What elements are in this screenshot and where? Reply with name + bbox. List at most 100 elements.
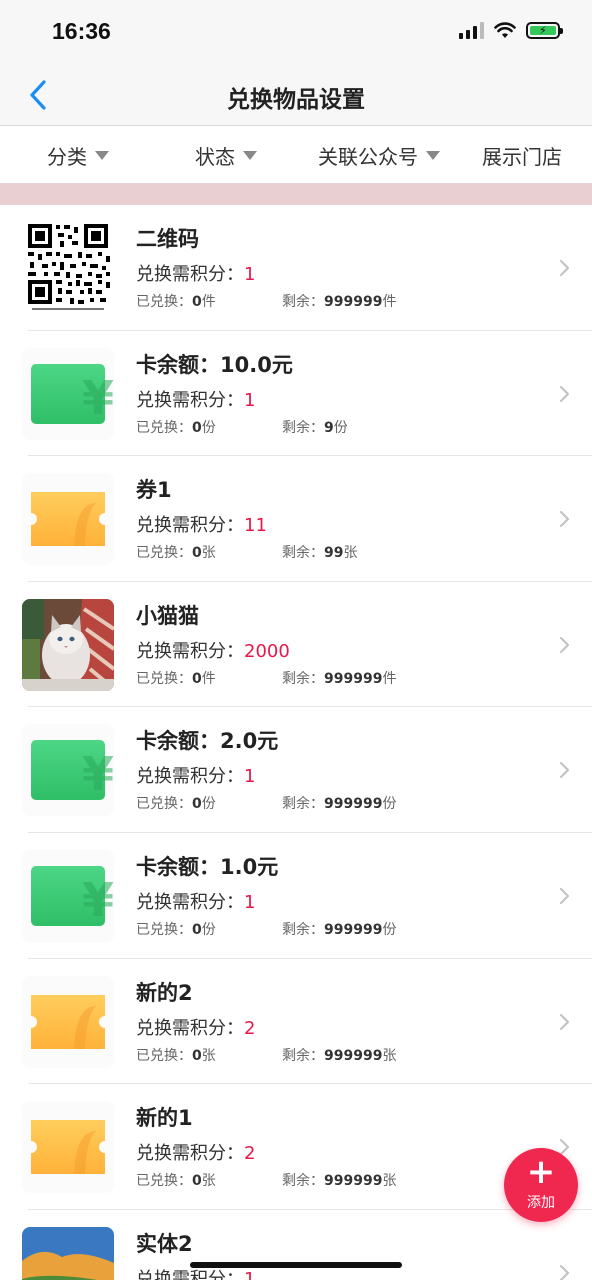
exchanged-unit: 张 bbox=[201, 1047, 216, 1064]
remaining-value: 999999 bbox=[324, 1173, 383, 1190]
list-item[interactable]: ¥ 卡余额：1.0元 兑换需积分：1 已兑换：0份 剩余：999999份 bbox=[0, 833, 592, 959]
list-item[interactable]: 实体2 兑换需积分：1 bbox=[0, 1210, 592, 1280]
remaining-label: 剩余： bbox=[282, 294, 324, 310]
card-balance-icon: ¥ bbox=[31, 865, 114, 927]
exchanged-unit: 份 bbox=[201, 796, 216, 813]
points-label: 兑换需积分： bbox=[136, 891, 244, 913]
points-label: 兑换需积分： bbox=[136, 1143, 244, 1165]
filter-status[interactable]: 状态 bbox=[156, 141, 296, 170]
exchanged-unit: 份 bbox=[201, 921, 216, 938]
landscape-photo-image bbox=[22, 1226, 114, 1280]
item-title: 实体2 bbox=[136, 1231, 193, 1256]
remaining-label: 剩余： bbox=[282, 1047, 324, 1064]
coupon-icon bbox=[31, 994, 105, 1049]
qr-code-icon bbox=[28, 224, 110, 310]
exchanged-label: 已兑换： bbox=[136, 1047, 192, 1064]
item-stats: 已兑换：0张 剩余：999999张 bbox=[136, 1045, 396, 1065]
points-value: 1 bbox=[244, 389, 256, 411]
remaining-unit: 份 bbox=[382, 921, 397, 938]
item-title: 二维码 bbox=[136, 227, 199, 251]
remaining-value: 999999 bbox=[324, 796, 383, 813]
remaining-label: 剩余： bbox=[282, 545, 324, 562]
remaining-stat: 剩余：99张 bbox=[282, 542, 357, 562]
home-indicator bbox=[190, 1262, 402, 1268]
dropdown-caret-icon bbox=[426, 150, 440, 160]
exchanged-stat: 已兑换：0张 bbox=[136, 545, 216, 561]
exchanged-value: 0 bbox=[192, 1047, 202, 1064]
points-label: 兑换需积分： bbox=[136, 1268, 244, 1280]
points-label: 兑换需积分： bbox=[136, 515, 244, 537]
exchanged-value: 0 bbox=[192, 545, 202, 562]
item-points: 兑换需积分：2 bbox=[136, 1014, 255, 1040]
item-title: 券1 bbox=[136, 478, 172, 503]
list-item[interactable]: 新的1 兑换需积分：2 已兑换：0张 剩余：999999张 bbox=[0, 1084, 592, 1210]
exchanged-value: 0 bbox=[192, 1173, 202, 1190]
remaining-unit: 张 bbox=[382, 1047, 397, 1064]
item-points: 兑换需积分：1 bbox=[136, 260, 255, 286]
exchanged-value: 0 bbox=[192, 419, 202, 436]
remaining-label: 剩余： bbox=[282, 796, 324, 813]
item-stats: 已兑换：0份 剩余：999999份 bbox=[136, 793, 396, 813]
list-item[interactable]: ¥ 卡余额：2.0元 兑换需积分：1 已兑换：0份 剩余：999999份 bbox=[0, 707, 592, 833]
item-stats: 已兑换：0张 剩余：999999张 bbox=[136, 1170, 396, 1190]
exchanged-stat: 已兑换：0份 bbox=[136, 420, 216, 436]
remaining-stat: 剩余：999999份 bbox=[282, 793, 396, 813]
card-balance-thumbnail: ¥ bbox=[22, 724, 114, 817]
svg-text:¥: ¥ bbox=[82, 873, 114, 927]
exchanged-stat: 已兑换：0件 bbox=[136, 294, 216, 310]
item-stats: 已兑换：0件 剩余：999999件 bbox=[136, 291, 396, 311]
nav-bar: 兑换物品设置 bbox=[0, 64, 592, 126]
cat-photo-thumbnail bbox=[22, 598, 114, 691]
landscape-photo-thumbnail bbox=[22, 1226, 114, 1280]
points-label: 兑换需积分： bbox=[136, 389, 244, 411]
card-balance-thumbnail: ¥ bbox=[22, 849, 114, 942]
points-label: 兑换需积分： bbox=[136, 766, 244, 788]
add-item-button[interactable]: + 添加 bbox=[504, 1148, 578, 1222]
card-balance-icon: ¥ bbox=[31, 363, 114, 425]
item-points: 兑换需积分：1 bbox=[136, 386, 255, 412]
points-value: 2 bbox=[244, 1143, 256, 1165]
notice-band bbox=[0, 183, 592, 205]
exchanged-label: 已兑换： bbox=[136, 419, 192, 436]
points-value: 1 bbox=[244, 766, 256, 788]
exchange-item-list: 二维码 兑换需积分：1 已兑换：0件 剩余：999999件 ¥ 卡余额：10.0… bbox=[0, 205, 592, 1280]
filter-display-store-label: 展示门店 bbox=[482, 144, 562, 169]
filter-linked-account-label: 关联公众号 bbox=[318, 144, 418, 169]
chevron-right-icon bbox=[559, 1013, 570, 1030]
exchanged-label: 已兑换： bbox=[136, 796, 192, 813]
remaining-stat: 剩余：999999件 bbox=[282, 291, 396, 311]
list-item[interactable]: 二维码 兑换需积分：1 已兑换：0件 剩余：999999件 bbox=[0, 205, 592, 331]
remaining-unit: 件 bbox=[382, 294, 397, 310]
points-value: 2 bbox=[244, 1017, 256, 1039]
points-value: 2000 bbox=[244, 640, 290, 662]
points-value: 11 bbox=[244, 515, 267, 537]
item-points: 兑换需积分：2000 bbox=[136, 637, 290, 663]
exchanged-unit: 件 bbox=[201, 294, 216, 310]
filter-status-label: 状态 bbox=[195, 144, 235, 169]
card-balance-thumbnail: ¥ bbox=[22, 347, 114, 440]
remaining-stat: 剩余：999999张 bbox=[282, 1045, 396, 1065]
remaining-label: 剩余： bbox=[282, 419, 324, 436]
remaining-value: 999999 bbox=[324, 670, 383, 687]
list-item[interactable]: ¥ 卡余额：10.0元 兑换需积分：1 已兑换：0份 剩余：9份 bbox=[0, 331, 592, 457]
filter-category[interactable]: 分类 bbox=[0, 141, 156, 170]
list-item[interactable]: 新的2 兑换需积分：2 已兑换：0张 剩余：999999张 bbox=[0, 959, 592, 1085]
chevron-right-icon bbox=[559, 887, 570, 905]
remaining-unit: 份 bbox=[333, 419, 348, 436]
exchanged-unit: 张 bbox=[201, 545, 216, 562]
exchanged-value: 0 bbox=[192, 294, 202, 310]
exchanged-stat: 已兑换：0张 bbox=[136, 1048, 216, 1064]
list-item[interactable]: 小猫猫 兑换需积分：2000 已兑换：0件 剩余：999999件 bbox=[0, 582, 592, 708]
filter-linked-account[interactable]: 关联公众号 bbox=[296, 141, 462, 170]
points-value: 1 bbox=[244, 891, 256, 913]
status-time: 16:36 bbox=[52, 18, 111, 44]
list-item[interactable]: 券1 兑换需积分：11 已兑换：0张 剩余：99张 bbox=[0, 456, 592, 582]
remaining-stat: 剩余：999999张 bbox=[282, 1170, 396, 1190]
item-stats: 已兑换：0份 剩余：999999份 bbox=[136, 919, 396, 939]
item-points: 兑换需积分：2 bbox=[136, 1139, 255, 1165]
item-stats: 已兑换：0件 剩余：999999件 bbox=[136, 668, 396, 688]
card-balance-icon: ¥ bbox=[31, 740, 114, 801]
item-title: 新的2 bbox=[136, 980, 193, 1005]
chevron-right-icon bbox=[559, 259, 570, 277]
filter-display-store[interactable]: 展示门店 bbox=[462, 141, 582, 170]
